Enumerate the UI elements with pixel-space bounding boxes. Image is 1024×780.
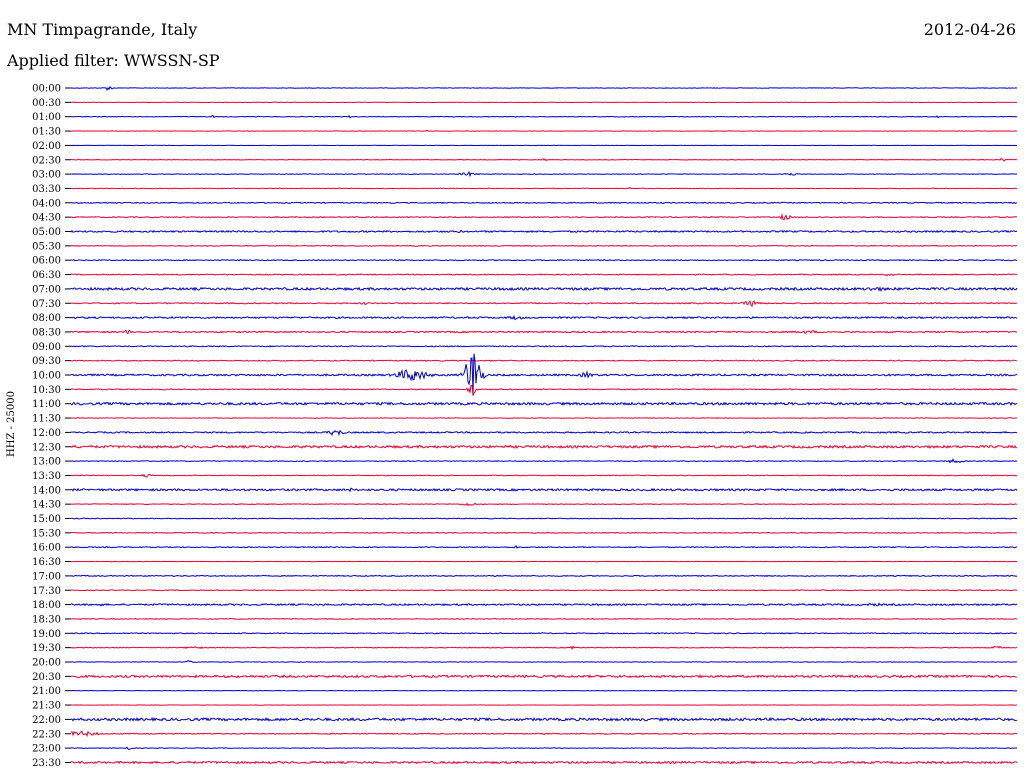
time-tick-label: 09:00 bbox=[32, 342, 61, 353]
trace-line bbox=[70, 187, 1018, 190]
trace-line bbox=[70, 314, 1018, 321]
trace-line bbox=[70, 574, 1018, 578]
time-tick-label: 21:30 bbox=[32, 701, 61, 712]
time-tick-label: 11:30 bbox=[32, 414, 61, 425]
trace-line bbox=[70, 602, 1018, 607]
trace-line bbox=[70, 384, 1018, 396]
trace-line bbox=[70, 300, 1018, 308]
time-tick-label: 18:30 bbox=[32, 614, 61, 625]
time-tick-label: 04:00 bbox=[32, 198, 61, 209]
trace-line bbox=[70, 171, 1018, 178]
trace-line bbox=[70, 359, 1018, 362]
trace-line bbox=[70, 716, 1018, 723]
trace-line bbox=[70, 213, 1018, 221]
time-tick-label: 21:00 bbox=[32, 686, 61, 697]
time-tick-label: 08:30 bbox=[32, 327, 61, 338]
trace-line bbox=[70, 444, 1018, 450]
time-tick-label: 12:30 bbox=[32, 442, 61, 453]
trace-line bbox=[70, 645, 1018, 651]
time-tick-label: 16:00 bbox=[32, 543, 61, 554]
trace-line bbox=[70, 353, 1018, 393]
time-tick-label: 04:30 bbox=[32, 213, 61, 224]
time-tick-label: 23:30 bbox=[32, 758, 61, 769]
time-tick-label: 15:30 bbox=[32, 528, 61, 539]
time-tick-label: 08:00 bbox=[32, 313, 61, 324]
time-tick-label: 15:00 bbox=[32, 514, 61, 525]
time-tick-label: 10:00 bbox=[32, 371, 61, 382]
time-tick-label: 00:30 bbox=[32, 98, 61, 109]
time-tick-label: 20:30 bbox=[32, 672, 61, 683]
time-tick-label: 12:00 bbox=[32, 428, 61, 439]
trace-line bbox=[70, 457, 1018, 464]
trace-line bbox=[70, 746, 1018, 751]
trace-line bbox=[70, 114, 1018, 119]
trace-line bbox=[70, 674, 1018, 679]
trace-line bbox=[70, 229, 1018, 234]
trace-line bbox=[70, 760, 1018, 765]
trace-line bbox=[70, 632, 1018, 635]
trace-line bbox=[70, 286, 1018, 292]
time-tick-label: 03:00 bbox=[32, 170, 61, 181]
time-tick-label: 17:00 bbox=[32, 571, 61, 582]
time-tick-label: 16:30 bbox=[32, 557, 61, 568]
time-tick-label: 07:30 bbox=[32, 299, 61, 310]
trace-line bbox=[70, 429, 1018, 437]
trace-line bbox=[70, 273, 1018, 277]
time-tick-label: 13:00 bbox=[32, 457, 61, 468]
trace-line bbox=[70, 517, 1018, 520]
trace-line bbox=[70, 473, 1018, 478]
trace-line bbox=[70, 617, 1018, 621]
trace-line bbox=[70, 659, 1018, 663]
trace-line bbox=[70, 545, 1018, 549]
time-tick-label: 19:30 bbox=[32, 643, 61, 654]
trace-line bbox=[70, 401, 1018, 406]
trace-line bbox=[70, 531, 1018, 534]
trace-line bbox=[70, 417, 1018, 419]
time-tick-label: 14:30 bbox=[32, 500, 61, 511]
time-tick-label: 06:30 bbox=[32, 270, 61, 281]
trace-line bbox=[70, 589, 1018, 592]
trace-line bbox=[70, 158, 1018, 162]
trace-line bbox=[70, 487, 1018, 493]
time-tick-label: 22:00 bbox=[32, 715, 61, 726]
time-tick-label: 20:00 bbox=[32, 658, 61, 669]
trace-line bbox=[70, 201, 1018, 204]
time-tick-label: 03:30 bbox=[32, 184, 61, 195]
time-tick-label: 01:30 bbox=[32, 127, 61, 138]
time-tick-label: 09:30 bbox=[32, 356, 61, 367]
trace-line bbox=[70, 730, 1018, 738]
helicorder-plot: 00:00 00:30 01:00 01:30 02:00 02:30 03:00 03:30… bbox=[32, 84, 1018, 769]
trace-line bbox=[70, 502, 1018, 507]
time-tick-label: 05:00 bbox=[32, 227, 61, 238]
time-tick-label: 10:30 bbox=[32, 385, 61, 396]
trace-line bbox=[70, 329, 1018, 335]
trace-line bbox=[70, 244, 1018, 247]
time-tick-label: 13:30 bbox=[32, 471, 61, 482]
trace-line bbox=[70, 345, 1018, 348]
time-tick-label: 07:00 bbox=[32, 284, 61, 295]
time-tick-label: 17:30 bbox=[32, 586, 61, 597]
time-tick-label: 11:00 bbox=[32, 399, 61, 410]
time-tick-label: 22:30 bbox=[32, 729, 61, 740]
trace-line bbox=[70, 129, 1018, 132]
time-tick-label: 00:00 bbox=[32, 84, 61, 95]
time-tick-label: 23:00 bbox=[32, 744, 61, 755]
time-tick-label: 02:30 bbox=[32, 155, 61, 166]
time-tick-label: 18:00 bbox=[32, 600, 61, 611]
time-tick-label: 02:00 bbox=[32, 141, 61, 152]
trace-line bbox=[70, 85, 1018, 91]
time-tick-label: 05:30 bbox=[32, 241, 61, 252]
time-tick-label: 19:00 bbox=[32, 629, 61, 640]
time-tick-label: 14:00 bbox=[32, 485, 61, 496]
time-tick-label: 01:00 bbox=[32, 112, 61, 123]
time-tick-label: 06:00 bbox=[32, 256, 61, 267]
trace-line bbox=[70, 259, 1018, 262]
